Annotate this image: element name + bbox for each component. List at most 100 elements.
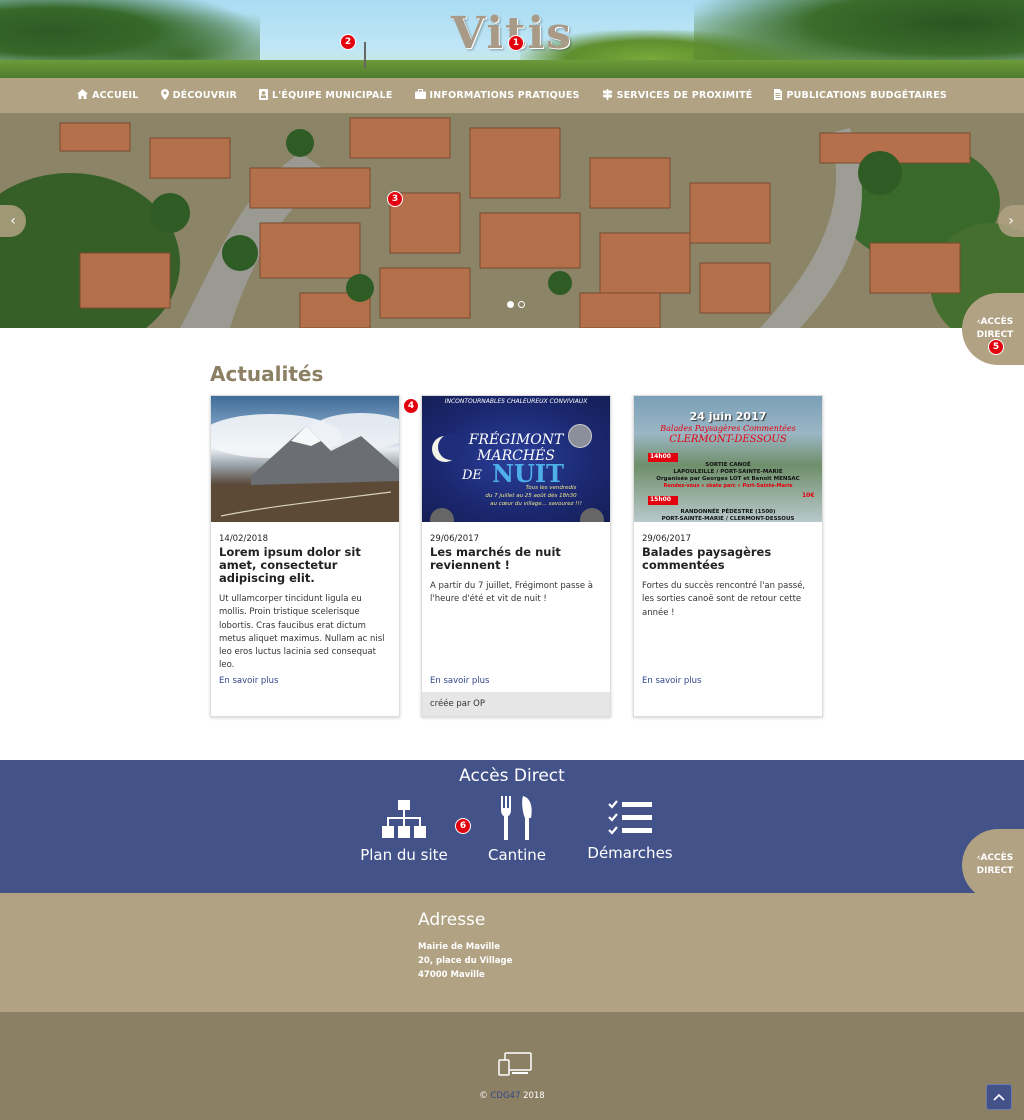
time-badge: 14h00	[648, 453, 678, 462]
vineyard-ground	[0, 60, 1024, 78]
nav-item-informations-pratiques[interactable]: INFORMATIONS PRATIQUES	[414, 89, 580, 102]
acces-direct-tab-line1: ‹ACCÈS	[976, 853, 1014, 863]
signpost-icon	[602, 88, 613, 103]
slider-dot-1[interactable]	[507, 301, 514, 308]
poster-activity2: RANDONNÉE PÉDESTRE (1500)	[680, 509, 776, 515]
acces-direct-tab-line1: ‹ACCÈS	[976, 317, 1014, 327]
acces-label: Cantine	[488, 846, 546, 864]
photo-circle	[430, 508, 454, 522]
news-title[interactable]: Lorem ipsum dolor sit amet, consectetur …	[219, 546, 391, 585]
acces-label: Plan du site	[360, 846, 448, 864]
acces-demarches[interactable]: Démarches	[582, 800, 678, 862]
nav-label: ACCUEIL	[92, 90, 139, 101]
poster-activity2-place: PORT-SAINTE-MARIE / CLERMONT-DESSOUS	[661, 516, 795, 522]
poster-line1: FRÉGIMONT	[468, 432, 564, 448]
news-excerpt: A partir du 7 juillet, Frégimont passe à…	[430, 581, 593, 605]
poster-line4: NUIT	[492, 459, 564, 488]
site-footer: © CDG47 2018	[0, 1012, 1024, 1120]
address-line: 20, place du Village	[418, 956, 513, 966]
scroll-to-top-button[interactable]	[986, 1084, 1012, 1110]
village-aerial-image	[0, 113, 1024, 328]
chevron-up-icon	[993, 1093, 1005, 1101]
document-icon	[774, 88, 783, 103]
slider-dots	[507, 301, 525, 308]
nav-label: PUBLICATIONS BUDGÉTAIRES	[786, 90, 947, 101]
address-title: Adresse	[418, 910, 486, 930]
actualites-title: Actualités	[210, 362, 324, 386]
photo-circle	[580, 508, 604, 522]
nav-label: L'ÉQUIPE MUNICIPALE	[272, 90, 393, 101]
news-title[interactable]: Les marchés de nuit reviennent !	[430, 546, 602, 572]
poster-line3: DE	[462, 468, 482, 483]
annotation-badge-5: 5	[988, 339, 1004, 355]
news-date: 14/02/2018	[219, 534, 268, 544]
slider-dot-2[interactable]	[518, 301, 525, 308]
annotation-badge-6: 6	[455, 818, 471, 834]
news-card-2[interactable]: INCONTOURNABLES CHALEUREUX CONVIVIAUX FR…	[421, 395, 611, 717]
news-title[interactable]: Balades paysagères commentées	[642, 546, 814, 572]
news-date: 29/06/2017	[642, 534, 691, 544]
briefcase-icon	[414, 89, 426, 102]
annotation-badge-2: 2	[340, 34, 356, 50]
checklist-icon	[608, 800, 652, 835]
id-card-icon	[259, 88, 269, 103]
sitemap-icon	[382, 800, 426, 838]
acces-direct-title: Accès Direct	[459, 766, 565, 786]
mountain-image	[211, 396, 399, 522]
acces-plan-du-site[interactable]: Plan du site	[355, 800, 453, 864]
poster-date: 24 juin 2017	[689, 410, 767, 423]
devices-icon	[498, 1052, 532, 1076]
address-line: 47000 Maville	[418, 970, 485, 980]
annotation-badge-4: 4	[403, 398, 419, 414]
poster-activity-place: LAPOULEILLE / PORT-SAINTE-MARIE	[673, 469, 783, 475]
home-icon	[77, 89, 89, 102]
nav-item-decouvrir[interactable]: DÉCOUVRIR	[160, 88, 238, 103]
read-more-link[interactable]: En savoir plus	[219, 676, 278, 686]
poster-activity-org: Organisée par Georges LOT et Benoit MENS…	[656, 476, 800, 482]
copyright: © CDG47 2018	[479, 1091, 545, 1101]
map-marker-icon	[160, 88, 169, 103]
acces-cantine[interactable]: Cantine	[484, 796, 550, 864]
news-card-1[interactable]: 14/02/2018 Lorem ipsum dolor sit amet, c…	[210, 395, 400, 717]
nav-label: INFORMATIONS PRATIQUES	[429, 90, 580, 101]
read-more-link[interactable]: En savoir plus	[430, 676, 489, 686]
acces-label: Démarches	[587, 844, 673, 862]
poster-activity-meet: Rendez-vous « skate parc » Port-Sainte-M…	[663, 483, 793, 489]
address-section: Adresse Mairie de Maville 20, place du V…	[0, 893, 1024, 1012]
card-author-footer: créée par OP	[422, 692, 610, 716]
annotation-badge-1: 1	[508, 35, 524, 51]
poster-price: 10€	[802, 492, 815, 499]
nav-label: DÉCOUVRIR	[172, 90, 238, 101]
nav-item-services-proximite[interactable]: SERVICES DE PROXIMITÉ	[602, 88, 753, 103]
nav-item-equipe-municipale[interactable]: L'ÉQUIPE MUNICIPALE	[259, 88, 393, 103]
poster-title2: CLERMONT-DESSOUS	[669, 434, 787, 445]
brand-link[interactable]: CDG47	[490, 1091, 520, 1101]
acces-direct-tab[interactable]: ‹ACCÈS DIRECT	[962, 829, 1024, 901]
time-badge: 15h00	[648, 496, 678, 505]
address-line: Mairie de Maville	[418, 942, 500, 952]
night-market-poster: INCONTOURNABLES CHALEUREUX CONVIVIAUX FR…	[422, 396, 610, 522]
main-nav: ACCUEIL DÉCOUVRIR L'ÉQUIPE MUNICIPALE IN…	[0, 78, 1024, 113]
site-logo[interactable]: Vitis	[0, 8, 1024, 59]
nav-item-publications-budgetaires[interactable]: PUBLICATIONS BUDGÉTAIRES	[774, 88, 947, 103]
poster-sub3: au cœur du village... savourez !!!	[490, 501, 582, 507]
nav-label: SERVICES DE PROXIMITÉ	[616, 90, 753, 101]
poster-top-text: INCONTOURNABLES CHALEUREUX CONVIVIAUX	[444, 398, 588, 405]
cutlery-icon	[501, 796, 532, 840]
read-more-link[interactable]: En savoir plus	[642, 676, 701, 686]
acces-direct-tab-line2: DIRECT	[976, 866, 1014, 876]
poster-title1: Balades Paysagères Commentées	[660, 424, 796, 433]
news-date: 29/06/2017	[430, 534, 479, 544]
annotation-badge-3: 3	[387, 191, 403, 207]
news-card-3[interactable]: 24 juin 2017 Balades Paysagères Commenté…	[633, 395, 823, 717]
slider-next-button[interactable]: ›	[998, 205, 1024, 237]
poster-activity: SORTIE CANOË	[705, 462, 751, 468]
canoe-poster: 24 juin 2017 Balades Paysagères Commenté…	[634, 396, 822, 522]
news-excerpt: Fortes du succès rencontré l'an passé, l…	[642, 581, 806, 618]
acces-direct-section: Accès Direct Plan du site Cantine Démarc…	[0, 760, 1024, 893]
poster-sub2: du 7 juillet au 25 août dès 18h30	[485, 493, 577, 499]
news-excerpt: Ut ullamcorper tincidunt ligula eu molli…	[219, 594, 385, 671]
hero-slider: ‹ ›	[0, 113, 1024, 328]
poster-sub1: Tous les vendredis	[525, 485, 577, 491]
nav-item-accueil[interactable]: ACCUEIL	[77, 89, 139, 102]
